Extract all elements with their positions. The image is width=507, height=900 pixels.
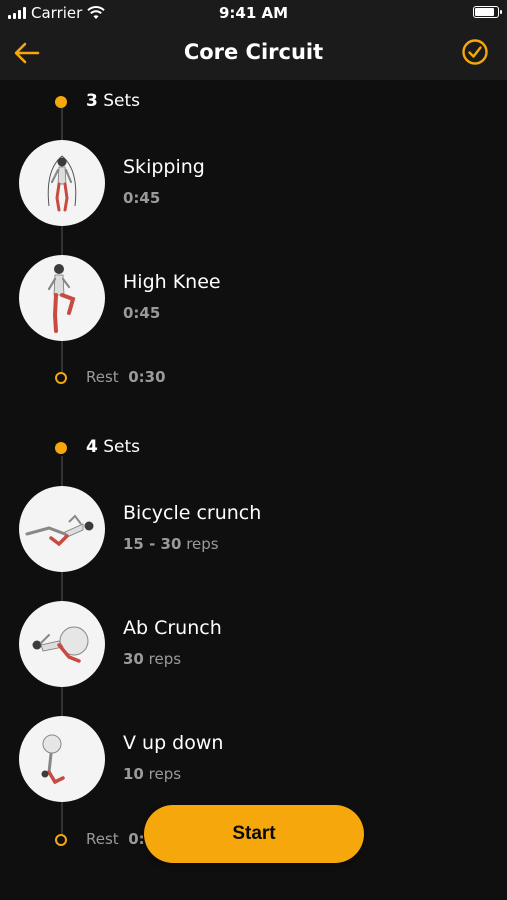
exercise-detail: 30 reps (123, 650, 181, 668)
set-dot-icon (55, 96, 67, 108)
exercise-unit: reps (186, 535, 219, 553)
set-count-label: 4 Sets (86, 437, 140, 457)
v-up-figure-icon (19, 716, 105, 802)
set-count: 4 (86, 437, 98, 457)
checkmark-circle-icon[interactable] (461, 38, 489, 66)
exercise-name: Skipping (123, 156, 205, 178)
rest-word: Rest (86, 830, 119, 848)
exercise-name: V up down (123, 732, 224, 754)
page-title: Core Circuit (183, 40, 324, 64)
exercise-unit: reps (148, 765, 182, 783)
circuit-list[interactable]: 3 Sets Skipping 0:45 High Knee 0:45 Rest… (0, 80, 507, 900)
exercise-name: Bicycle crunch (123, 502, 262, 524)
high-knee-figure-icon (19, 255, 105, 341)
rest-duration: 0:30 (128, 368, 166, 386)
battery-icon (473, 6, 502, 18)
ab-crunch-figure-icon (19, 601, 105, 687)
navigation-bar: Core Circuit (0, 26, 507, 80)
exercise-name: Ab Crunch (123, 617, 222, 639)
exercise-item[interactable]: Ab Crunch 30 reps (0, 601, 507, 687)
rest-duration: 0: (128, 830, 145, 848)
jump-rope-figure-icon (19, 140, 105, 226)
bicycle-crunch-figure-icon (19, 486, 105, 572)
rest-row: Rest 0:30 (0, 368, 507, 392)
rest-label: Rest 0: (86, 830, 145, 848)
rest-ring-icon (55, 372, 67, 384)
exercise-value: 0:45 (123, 189, 161, 207)
start-button[interactable]: Start (144, 805, 364, 863)
exercise-detail: 10 reps (123, 765, 181, 783)
exercise-detail: 15 - 30 reps (123, 535, 219, 553)
exercise-value: 15 - 30 (123, 535, 182, 553)
rest-label: Rest 0:30 (86, 368, 166, 386)
exercise-value: 30 (123, 650, 144, 668)
exercise-item[interactable]: V up down 10 reps (0, 716, 507, 802)
set-word: Sets (103, 91, 141, 111)
rest-word: Rest (86, 368, 119, 386)
clock: 9:41 AM (218, 4, 289, 22)
exercise-detail: 0:45 (123, 304, 160, 322)
set-header: 3 Sets (0, 90, 507, 114)
exercise-item[interactable]: Bicycle crunch 15 - 30 reps (0, 486, 507, 572)
exercise-item[interactable]: High Knee 0:45 (0, 255, 507, 341)
exercise-value: 10 (123, 765, 144, 783)
exercise-unit: reps (148, 650, 182, 668)
set-word: Sets (103, 437, 141, 457)
exercise-value: 0:45 (123, 304, 161, 322)
set-dot-icon (55, 442, 67, 454)
set-count-label: 3 Sets (86, 91, 140, 111)
rest-ring-icon (55, 834, 67, 846)
exercise-item[interactable]: Skipping 0:45 (0, 140, 507, 226)
set-count: 3 (86, 91, 98, 111)
set-header: 4 Sets (0, 436, 507, 460)
exercise-detail: 0:45 (123, 189, 160, 207)
exercise-name: High Knee (123, 271, 221, 293)
status-bar: Carrier 9:41 AM (0, 0, 507, 26)
